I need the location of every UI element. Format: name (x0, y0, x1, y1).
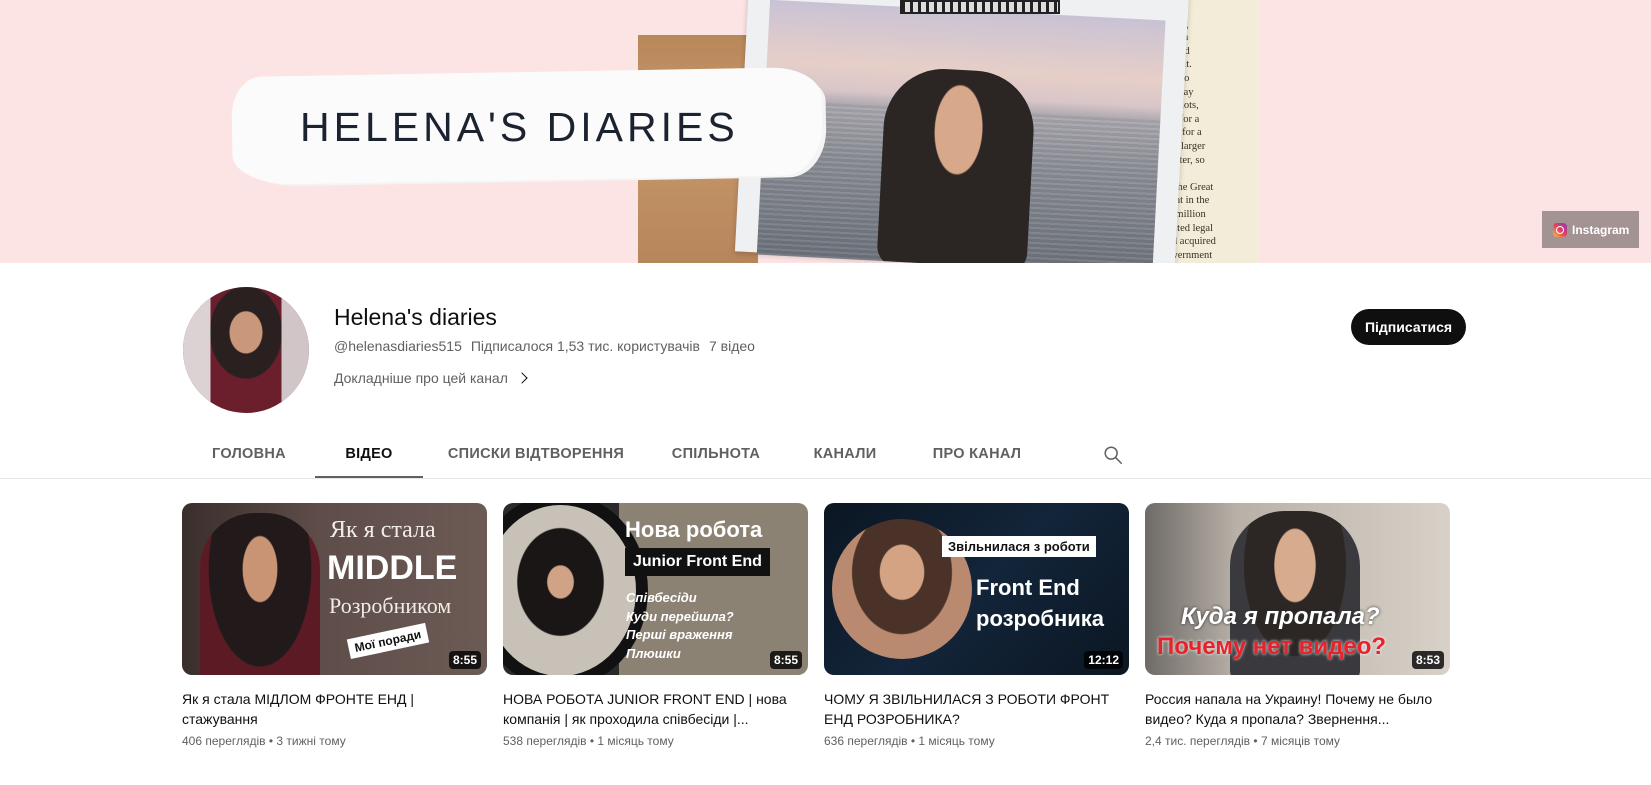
video-age: 3 тижні тому (276, 734, 346, 748)
video-card[interactable]: Куда я пропала? Почему нет видео? 8:53 Р… (1145, 503, 1450, 748)
instagram-link[interactable]: Instagram (1542, 211, 1639, 248)
tabs-divider (0, 478, 1651, 479)
video-card[interactable]: Як я стала MIDDLE Розробником Мої поради… (182, 503, 487, 748)
tab-home[interactable]: ГОЛОВНА (183, 430, 315, 478)
video-title[interactable]: Як я стала МІДЛОМ ФРОНТЕ ЕНД | стажуванн… (182, 689, 487, 729)
video-views: 406 переглядів (182, 734, 266, 748)
video-grid: Як я стала MIDDLE Розробником Мої поради… (182, 503, 1450, 748)
video-age: 1 місяць тому (918, 734, 995, 748)
video-duration: 8:55 (448, 651, 481, 669)
video-meta: 2,4 тис. переглядів • 7 місяців тому (1145, 734, 1341, 748)
tab-playlists[interactable]: СПИСКИ ВІДТВОРЕННЯ (423, 430, 649, 478)
video-title[interactable]: Россия напала на Украину! Почему не было… (1145, 689, 1450, 729)
video-age: 1 місяць тому (597, 734, 674, 748)
search-icon[interactable] (1102, 444, 1124, 466)
channel-tabs: ГОЛОВНА ВІДЕО СПИСКИ ВІДТВОРЕННЯ СПІЛЬНО… (183, 430, 1047, 479)
video-thumbnail[interactable]: Звільнилася з роботи Front End розробник… (824, 503, 1129, 675)
video-title[interactable]: НОВА РОБОТА JUNIOR FRONT END | нова комп… (503, 689, 808, 729)
channel-handle: @helenasdiaries515 (334, 338, 462, 354)
video-age: 7 місяців тому (1260, 734, 1341, 748)
channel-banner: house strong blown ch and with it. s, wh… (0, 0, 1651, 263)
channel-avatar[interactable] (183, 287, 309, 413)
video-duration: 8:53 (1411, 651, 1444, 669)
video-meta: 636 переглядів • 1 місяць тому (824, 734, 995, 748)
tab-channels[interactable]: КАНАЛИ (783, 430, 907, 478)
video-thumbnail[interactable]: Як я стала MIDDLE Розробником Мої поради… (182, 503, 487, 675)
video-meta: 406 переглядів • 3 тижні тому (182, 734, 346, 748)
tab-about[interactable]: ПРО КАНАЛ (907, 430, 1047, 478)
video-views: 2,4 тис. переглядів (1145, 734, 1251, 748)
banner-title: HELENA'S DIARIES (300, 104, 739, 150)
video-card[interactable]: Нова робота Junior Front End Співбесіди … (503, 503, 808, 748)
video-count: 7 відео (708, 338, 755, 354)
tab-videos[interactable]: ВІДЕО (315, 430, 423, 479)
video-views: 538 переглядів (503, 734, 587, 748)
subscriber-count: Підписалося 1,53 тис. користувачів (470, 338, 700, 354)
video-thumbnail[interactable]: Нова робота Junior Front End Співбесіди … (503, 503, 808, 675)
subscribe-button[interactable]: Підписатися (1351, 309, 1466, 345)
banner-portrait (876, 65, 1037, 263)
video-title[interactable]: ЧОМУ Я ЗВІЛЬНИЛАСЯ З РОБОТИ ФРОНТ ЕНД РО… (824, 689, 1129, 729)
tab-community[interactable]: СПІЛЬНОТА (649, 430, 783, 478)
video-thumbnail[interactable]: Куда я пропала? Почему нет видео? 8:53 (1145, 503, 1450, 675)
channel-meta: @helenasdiaries515 Підписалося 1,53 тис.… (334, 338, 755, 354)
chevron-right-icon (516, 372, 528, 384)
video-duration: 12:12 (1084, 651, 1123, 669)
video-duration: 8:55 (769, 651, 802, 669)
channel-more-label: Докладніше про цей канал (334, 370, 508, 386)
banner-binder-clip (900, 0, 1060, 14)
video-meta: 538 переглядів • 1 місяць тому (503, 734, 674, 748)
instagram-icon (1553, 222, 1567, 237)
channel-more-link[interactable]: Докладніше про цей канал (334, 370, 528, 386)
video-views: 636 переглядів (824, 734, 908, 748)
instagram-label: Instagram (1572, 222, 1630, 237)
channel-name: Helena's diaries (334, 304, 497, 330)
video-card[interactable]: Звільнилася з роботи Front End розробник… (824, 503, 1129, 748)
